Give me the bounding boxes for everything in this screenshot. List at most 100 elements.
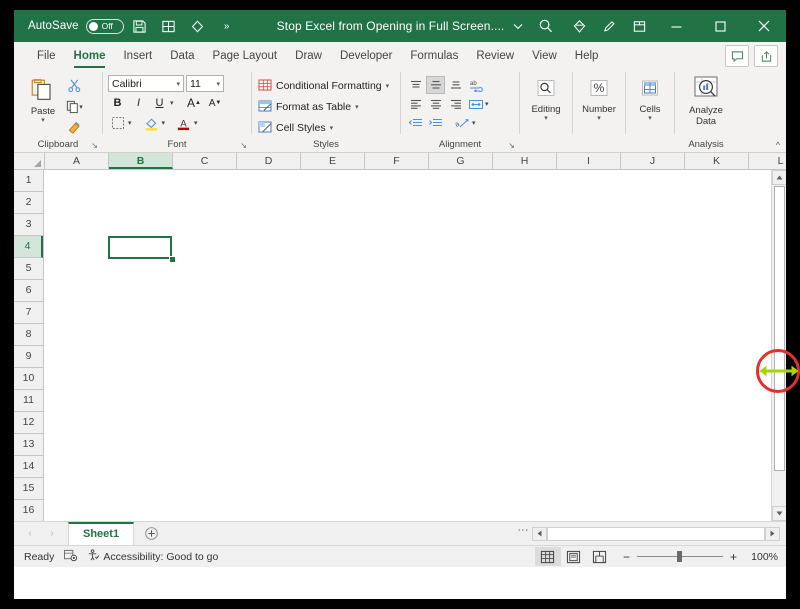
- zoom-in-button[interactable]: +: [730, 550, 737, 564]
- title-chevron-down-icon[interactable]: [513, 17, 523, 35]
- alignment-dialog-launcher[interactable]: ↘: [508, 139, 515, 152]
- save-icon[interactable]: [127, 13, 153, 39]
- draw-pen-icon[interactable]: [594, 10, 624, 42]
- font-size-input[interactable]: 11 ▾: [186, 75, 224, 92]
- cell-styles-button[interactable]: Cell Styles ▾: [257, 118, 333, 137]
- font-color-icon[interactable]: A: [174, 114, 193, 132]
- page-layout-view-icon[interactable]: [561, 547, 587, 566]
- scroll-up-arrow[interactable]: [772, 170, 787, 185]
- editing-chevron-down-icon[interactable]: ▾: [544, 115, 548, 122]
- column-header-j[interactable]: J: [621, 153, 685, 169]
- scroll-left-arrow[interactable]: [532, 527, 547, 541]
- align-middle-icon[interactable]: [426, 76, 445, 94]
- collapse-ribbon-button[interactable]: ^: [776, 140, 780, 150]
- increase-indent-icon[interactable]: [426, 114, 445, 132]
- font-name-input[interactable]: Calibri ▾: [108, 75, 184, 92]
- horizontal-scrollbar[interactable]: [532, 526, 786, 542]
- cell-styles-chevron-down-icon[interactable]: ▾: [330, 124, 334, 132]
- conditional-formatting-button[interactable]: Conditional Formatting ▾: [257, 76, 389, 95]
- tab-help[interactable]: Help: [566, 44, 608, 68]
- vertical-scroll-track[interactable]: [772, 185, 787, 506]
- format-as-table-chevron-down-icon[interactable]: ▾: [355, 103, 359, 111]
- borders-chevron-down-icon[interactable]: ▾: [128, 119, 132, 127]
- next-sheet-button[interactable]: ›: [42, 524, 62, 544]
- zoom-control[interactable]: − + 100%: [623, 550, 778, 564]
- orientation-chevron-down-icon[interactable]: ▾: [472, 119, 476, 127]
- number-chevron-down-icon[interactable]: ▾: [597, 115, 601, 122]
- number-button[interactable]: % Number ▾: [578, 77, 620, 122]
- normal-view-icon[interactable]: [535, 547, 561, 566]
- search-icon[interactable]: [528, 10, 564, 42]
- tab-developer[interactable]: Developer: [331, 44, 401, 68]
- comments-icon[interactable]: [725, 45, 749, 67]
- merge-center-chevron-down-icon[interactable]: ▾: [485, 100, 489, 108]
- align-bottom-icon[interactable]: [446, 76, 465, 94]
- underline-button[interactable]: U: [150, 94, 169, 112]
- column-header-e[interactable]: E: [301, 153, 365, 169]
- decrease-indent-icon[interactable]: [406, 114, 425, 132]
- row-header-9[interactable]: 9: [14, 346, 43, 368]
- zoom-level-label[interactable]: 100%: [744, 551, 778, 563]
- align-center-icon[interactable]: [426, 95, 445, 113]
- row-header-1[interactable]: 1: [14, 170, 43, 192]
- row-header-14[interactable]: 14: [14, 456, 43, 478]
- row-header-10[interactable]: 10: [14, 368, 43, 390]
- row-header-15[interactable]: 15: [14, 478, 43, 500]
- row-header-16[interactable]: 16: [14, 500, 43, 521]
- page-break-view-icon[interactable]: [587, 547, 613, 566]
- undo-icon[interactable]: [185, 13, 211, 39]
- bold-button[interactable]: B: [108, 94, 127, 112]
- column-header-g[interactable]: G: [429, 153, 493, 169]
- previous-sheet-button[interactable]: ‹: [20, 524, 40, 544]
- increase-font-size-button[interactable]: A▲: [185, 94, 204, 112]
- row-header-7[interactable]: 7: [14, 302, 43, 324]
- font-size-chevron-down-icon[interactable]: ▾: [216, 80, 220, 88]
- share-icon[interactable]: [754, 45, 778, 67]
- minimize-button[interactable]: [654, 10, 698, 42]
- scroll-down-arrow[interactable]: [772, 506, 787, 521]
- copy-icon[interactable]: ▾: [64, 97, 84, 116]
- tab-insert[interactable]: Insert: [114, 44, 161, 68]
- row-header-13[interactable]: 13: [14, 434, 43, 456]
- row-header-11[interactable]: 11: [14, 390, 43, 412]
- tab-draw[interactable]: Draw: [286, 44, 331, 68]
- maximize-button[interactable]: [698, 10, 742, 42]
- column-header-i[interactable]: I: [557, 153, 621, 169]
- column-header-h[interactable]: H: [493, 153, 557, 169]
- tab-data[interactable]: Data: [161, 44, 203, 68]
- vertical-scrollbar[interactable]: [771, 170, 786, 521]
- tab-review[interactable]: Review: [467, 44, 523, 68]
- clipboard-dialog-launcher[interactable]: ↘: [91, 139, 98, 152]
- format-painter-icon[interactable]: [64, 118, 84, 137]
- accessibility-status[interactable]: Accessibility: Good to go: [87, 549, 218, 565]
- row-header-4[interactable]: 4: [14, 236, 43, 258]
- tab-file[interactable]: File: [28, 44, 65, 68]
- row-header-12[interactable]: 12: [14, 412, 43, 434]
- column-header-l[interactable]: L: [749, 153, 786, 169]
- column-header-c[interactable]: C: [173, 153, 237, 169]
- horizontal-scroll-track[interactable]: [547, 527, 765, 541]
- paste-chevron-down-icon[interactable]: ▾: [41, 117, 45, 124]
- tab-view[interactable]: View: [523, 44, 566, 68]
- row-header-2[interactable]: 2: [14, 192, 43, 214]
- analyze-data-button[interactable]: Analyze Data: [680, 74, 732, 127]
- tab-formulas[interactable]: Formulas: [401, 44, 467, 68]
- select-all-corner[interactable]: [14, 153, 45, 169]
- column-header-d[interactable]: D: [237, 153, 301, 169]
- column-header-b[interactable]: B: [109, 153, 173, 169]
- row-header-3[interactable]: 3: [14, 214, 43, 236]
- zoom-slider-thumb[interactable]: [677, 551, 682, 562]
- copy-chevron-down-icon[interactable]: ▾: [79, 103, 83, 111]
- borders-icon[interactable]: [108, 114, 127, 132]
- tab-home[interactable]: Home: [65, 44, 115, 68]
- cells-chevron-down-icon[interactable]: ▾: [648, 115, 652, 122]
- editing-button[interactable]: Editing ▾: [525, 77, 567, 122]
- sheet-tab-sheet1[interactable]: Sheet1: [68, 522, 134, 545]
- ribbon-display-options-icon[interactable]: [624, 10, 654, 42]
- record-macro-icon[interactable]: [63, 549, 78, 565]
- table-icon[interactable]: [156, 13, 182, 39]
- column-header-k[interactable]: K: [685, 153, 749, 169]
- cells-button[interactable]: Cells ▾: [631, 77, 669, 122]
- more-commands-icon[interactable]: »: [214, 13, 240, 39]
- orientation-icon[interactable]: a: [453, 114, 472, 132]
